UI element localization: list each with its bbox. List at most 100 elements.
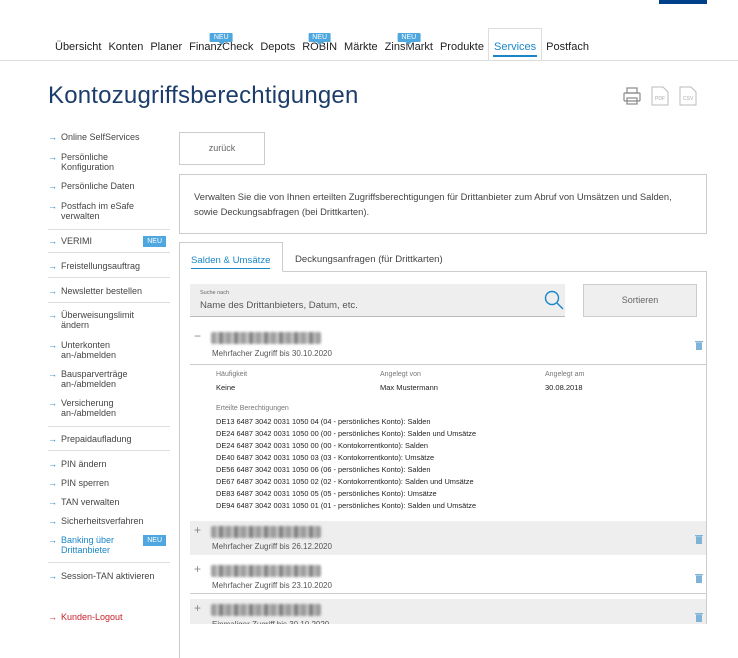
sidebar-item-label: Unterkonten an-/abmelden	[61, 340, 117, 360]
blurred-provider-name	[211, 604, 321, 616]
sort-button[interactable]: Sortieren	[583, 284, 697, 317]
tab-salden-umsaetze[interactable]: Salden & Umsätze	[179, 242, 283, 272]
sidebar-item-label: Prepaidaufladung	[61, 434, 132, 444]
trash-icon[interactable]	[695, 337, 703, 350]
search-field[interactable]: Suche nach Name des Drittanbieters, Datu…	[190, 284, 565, 317]
nav-planer[interactable]: Planer	[147, 41, 185, 60]
nav-label: Services	[493, 41, 537, 53]
sidebar-divider	[48, 562, 170, 563]
search-icon[interactable]	[544, 290, 564, 310]
frequency-label: Häufigkeit	[216, 371, 248, 378]
expand-toggle[interactable]: +	[194, 562, 201, 576]
sidebar-item-label: Online SelfServices	[61, 132, 140, 142]
nav-postfach[interactable]: Postfach	[543, 41, 592, 60]
search-label: Suche nach	[200, 290, 230, 296]
trash-icon[interactable]	[695, 609, 703, 622]
nav-produkte[interactable]: Produkte	[437, 41, 487, 60]
nav-robin[interactable]: NEU ROBIN	[299, 33, 340, 60]
entry-subtitle: Mehrfacher Zugriff bis 23.10.2020	[212, 581, 332, 590]
nav-label: Konten	[108, 41, 144, 53]
nav-services[interactable]: Services	[487, 28, 543, 60]
csv-label: CSV	[683, 96, 694, 102]
sidebar-item-unterkonten[interactable]: Unterkonten an-/abmelden	[48, 340, 143, 360]
sidebar-item-online-selfservices[interactable]: Online SelfServices	[48, 132, 140, 142]
sidebar-item-versicherung[interactable]: Versicherung an-/abmelden	[48, 398, 143, 418]
page-title: Kontozugriffsberechtigungen	[48, 82, 359, 109]
sidebar-item-pin-sperren[interactable]: PIN sperren	[48, 478, 109, 488]
sidebar-item-tan-verwalten[interactable]: TAN verwalten	[48, 497, 119, 507]
permission-item: DE94 6487 3042 0031 1050 01 (01 - persön…	[216, 501, 477, 510]
pdf-label: PDF	[655, 96, 665, 102]
sidebar-item-newsletter[interactable]: Newsletter bestellen	[48, 286, 142, 296]
blurred-provider-name	[211, 565, 321, 577]
new-badge: NEU	[209, 33, 233, 45]
top-accent-block	[659, 0, 707, 4]
expand-toggle[interactable]: +	[194, 523, 201, 537]
entry-subtitle: Mehrfacher Zugriff bis 30.10.2020	[212, 349, 332, 358]
trash-icon[interactable]	[695, 531, 703, 544]
nav-divider	[0, 60, 738, 61]
nav-label: Planer	[150, 41, 183, 53]
expand-toggle[interactable]: +	[194, 601, 201, 615]
sidebar-divider	[48, 252, 170, 253]
sidebar-item-logout[interactable]: Kunden-Logout	[48, 612, 123, 622]
frequency-value: Keine	[216, 383, 236, 392]
permission-item: DE13 6487 3042 0031 1050 04 (04 - persön…	[216, 417, 431, 426]
access-entry[interactable]: + Mehrfacher Zugriff bis 23.10.2020	[190, 560, 706, 594]
nav-label: Depots	[260, 41, 296, 53]
sidebar-item-konfiguration[interactable]: Persönliche Konfiguration	[48, 152, 148, 172]
pdf-icon[interactable]: PDF	[650, 86, 670, 106]
export-tools: PDF CSV	[622, 86, 698, 106]
collapse-toggle[interactable]: −	[194, 329, 201, 343]
access-entry[interactable]: + Mehrfacher Zugriff bis 26.12.2020	[190, 521, 706, 555]
tab-label: Salden & Umsätze	[191, 255, 271, 269]
sidebar-item-persoenliche-daten[interactable]: Persönliche Daten	[48, 181, 135, 191]
sidebar-item-verimi[interactable]: VERIMI NEU	[48, 236, 168, 247]
sidebar-item-bausparvertraege[interactable]: Bausparverträge an-/abmelden	[48, 369, 143, 389]
sidebar-divider	[48, 426, 170, 427]
sidebar-item-label: Freistellungsauftrag	[61, 261, 141, 271]
sidebar-item-banking-drittanbieter[interactable]: Banking über Drittanbieter NEU	[48, 535, 168, 555]
sidebar-item-label: Postfach im eSafe verwalten	[61, 201, 135, 221]
access-entry[interactable]: − Mehrfacher Zugriff bis 30.10.2020	[190, 327, 706, 365]
created-by-label: Angelegt von	[380, 371, 421, 378]
nav-finanzcheck[interactable]: NEU FinanzCheck	[186, 33, 256, 60]
print-icon[interactable]	[622, 86, 642, 106]
back-button[interactable]: zurück	[179, 132, 265, 165]
search-input[interactable]: Name des Drittanbieters, Datum, etc.	[200, 300, 358, 311]
sidebar-item-prepaidaufladung[interactable]: Prepaidaufladung	[48, 434, 132, 444]
tab-deckungsanfragen[interactable]: Deckungsanfragen (für Drittkarten)	[295, 242, 443, 272]
nav-uebersicht[interactable]: Übersicht	[52, 41, 104, 60]
sidebar-item-postfach-esafe[interactable]: Postfach im eSafe verwalten	[48, 201, 148, 221]
new-badge: NEU	[397, 33, 421, 45]
nav-zinsmarkt[interactable]: NEU ZinsMarkt	[382, 33, 436, 60]
permission-item: DE40 6487 3042 0031 1050 03 (03 - Kontok…	[216, 453, 435, 462]
sidebar-item-ueberweisungslimit[interactable]: Überweisungslimit ändern	[48, 310, 148, 330]
nav-depots[interactable]: Depots	[257, 41, 298, 60]
nav-konten[interactable]: Konten	[105, 41, 146, 60]
trash-icon[interactable]	[695, 570, 703, 583]
sidebar-item-label: Session-TAN aktivieren	[61, 571, 155, 581]
tab-bar: Salden & Umsätze Deckungsanfragen (für D…	[179, 242, 707, 272]
sidebar-item-session-tan[interactable]: Session-TAN aktivieren	[48, 571, 154, 581]
entry-subtitle: Mehrfacher Zugriff bis 26.12.2020	[212, 542, 332, 551]
permission-item: DE24 6487 3042 0031 1050 00 (00 - Kontok…	[216, 441, 429, 450]
sidebar-item-label: Banking über Drittanbieter	[61, 535, 115, 555]
info-box: Verwalten Sie die von Ihnen erteilten Zu…	[179, 174, 707, 234]
sidebar-item-freistellungsauftrag[interactable]: Freistellungsauftrag	[48, 261, 140, 271]
sidebar-divider	[48, 450, 170, 451]
nav-label: Produkte	[439, 41, 484, 53]
sidebar-item-label: Kunden-Logout	[61, 612, 123, 622]
nav-label: Postfach	[546, 41, 589, 53]
tab-panel: Suche nach Name des Drittanbieters, Datu…	[179, 271, 708, 658]
csv-icon[interactable]: CSV	[678, 86, 698, 106]
main-nav: Übersicht Konten Planer NEU FinanzCheck D…	[52, 26, 593, 60]
created-on-label: Angelegt am	[545, 371, 585, 378]
sidebar-item-pin-aendern[interactable]: PIN ändern	[48, 459, 107, 469]
permission-item: DE67 6487 3042 0031 1050 02 (02 - Kontok…	[216, 477, 474, 486]
sidebar-divider	[48, 229, 170, 230]
sidebar-item-sicherheitsverfahren[interactable]: Sicherheitsverfahren	[48, 516, 144, 526]
nav-maerkte[interactable]: Märkte	[341, 41, 381, 60]
permissions-label: Erteilte Berechtigungen	[216, 405, 289, 412]
sidebar-item-label: TAN verwalten	[61, 497, 120, 507]
